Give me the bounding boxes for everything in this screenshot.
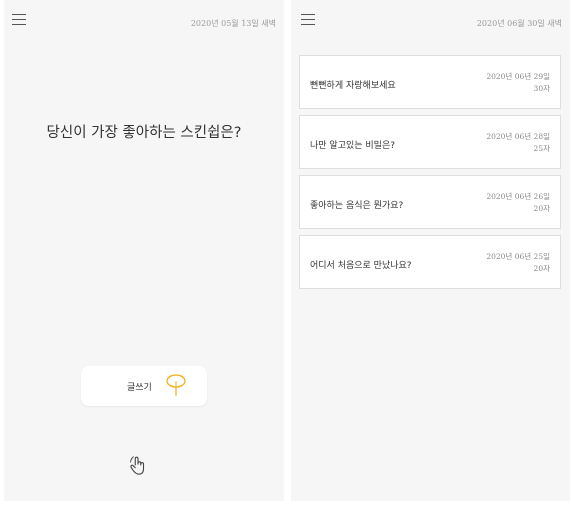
write-button-label: 글쓰기	[127, 383, 152, 393]
post-card[interactable]: 좋아하는 음식은 뭔가요? 2020년 06년 26일 20자	[299, 175, 561, 229]
post-date: 2020년 06년 25일	[486, 252, 550, 261]
post-list: 뻔뻔하게 자랑해보세요 2020년 06년 29일 30자 나만 알고있는 비밀…	[299, 55, 561, 295]
post-title: 어디서 처음으로 만났나요?	[310, 261, 412, 271]
posts-screen: 2020년 06월 30일 새벽 뻔뻔하게 자랑해보세요 2020년 06년 2…	[291, 0, 570, 501]
post-char-count: 30자	[533, 84, 550, 93]
post-date: 2020년 06년 29일	[486, 72, 550, 81]
hamburger-menu-icon[interactable]	[12, 14, 26, 26]
post-card[interactable]: 나만 알고있는 비밀은? 2020년 06년 28일 25자	[299, 115, 561, 169]
hamburger-menu-icon[interactable]	[301, 14, 315, 26]
question-text: 당신이 가장 좋아하는 스킨쉽은?	[46, 125, 242, 141]
post-title: 뻔뻔하게 자랑해보세요	[310, 81, 396, 91]
header-date: 2020년 06월 30일 새벽	[476, 19, 562, 28]
post-title: 나만 알고있는 비밀은?	[310, 141, 396, 151]
post-char-count: 20자	[533, 204, 550, 213]
post-date: 2020년 06년 26일	[486, 192, 550, 201]
question-screen: 2020년 05월 13일 새벽 당신이 가장 좋아하는 스킨쉽은? 글쓰기	[4, 0, 284, 501]
ginkgo-leaf-icon	[166, 374, 186, 396]
post-char-count: 20자	[533, 264, 550, 273]
header-date: 2020년 05월 13일 새벽	[190, 19, 276, 28]
post-card[interactable]: 뻔뻔하게 자랑해보세요 2020년 06년 29일 30자	[299, 55, 561, 109]
hand-tap-icon[interactable]	[127, 454, 149, 476]
post-card[interactable]: 어디서 처음으로 만났나요? 2020년 06년 25일 20자	[299, 235, 561, 289]
post-char-count: 25자	[533, 144, 550, 153]
post-title: 좋아하는 음식은 뭔가요?	[310, 201, 404, 211]
write-button[interactable]: 글쓰기	[81, 366, 207, 406]
post-date: 2020년 06년 28일	[486, 132, 550, 141]
